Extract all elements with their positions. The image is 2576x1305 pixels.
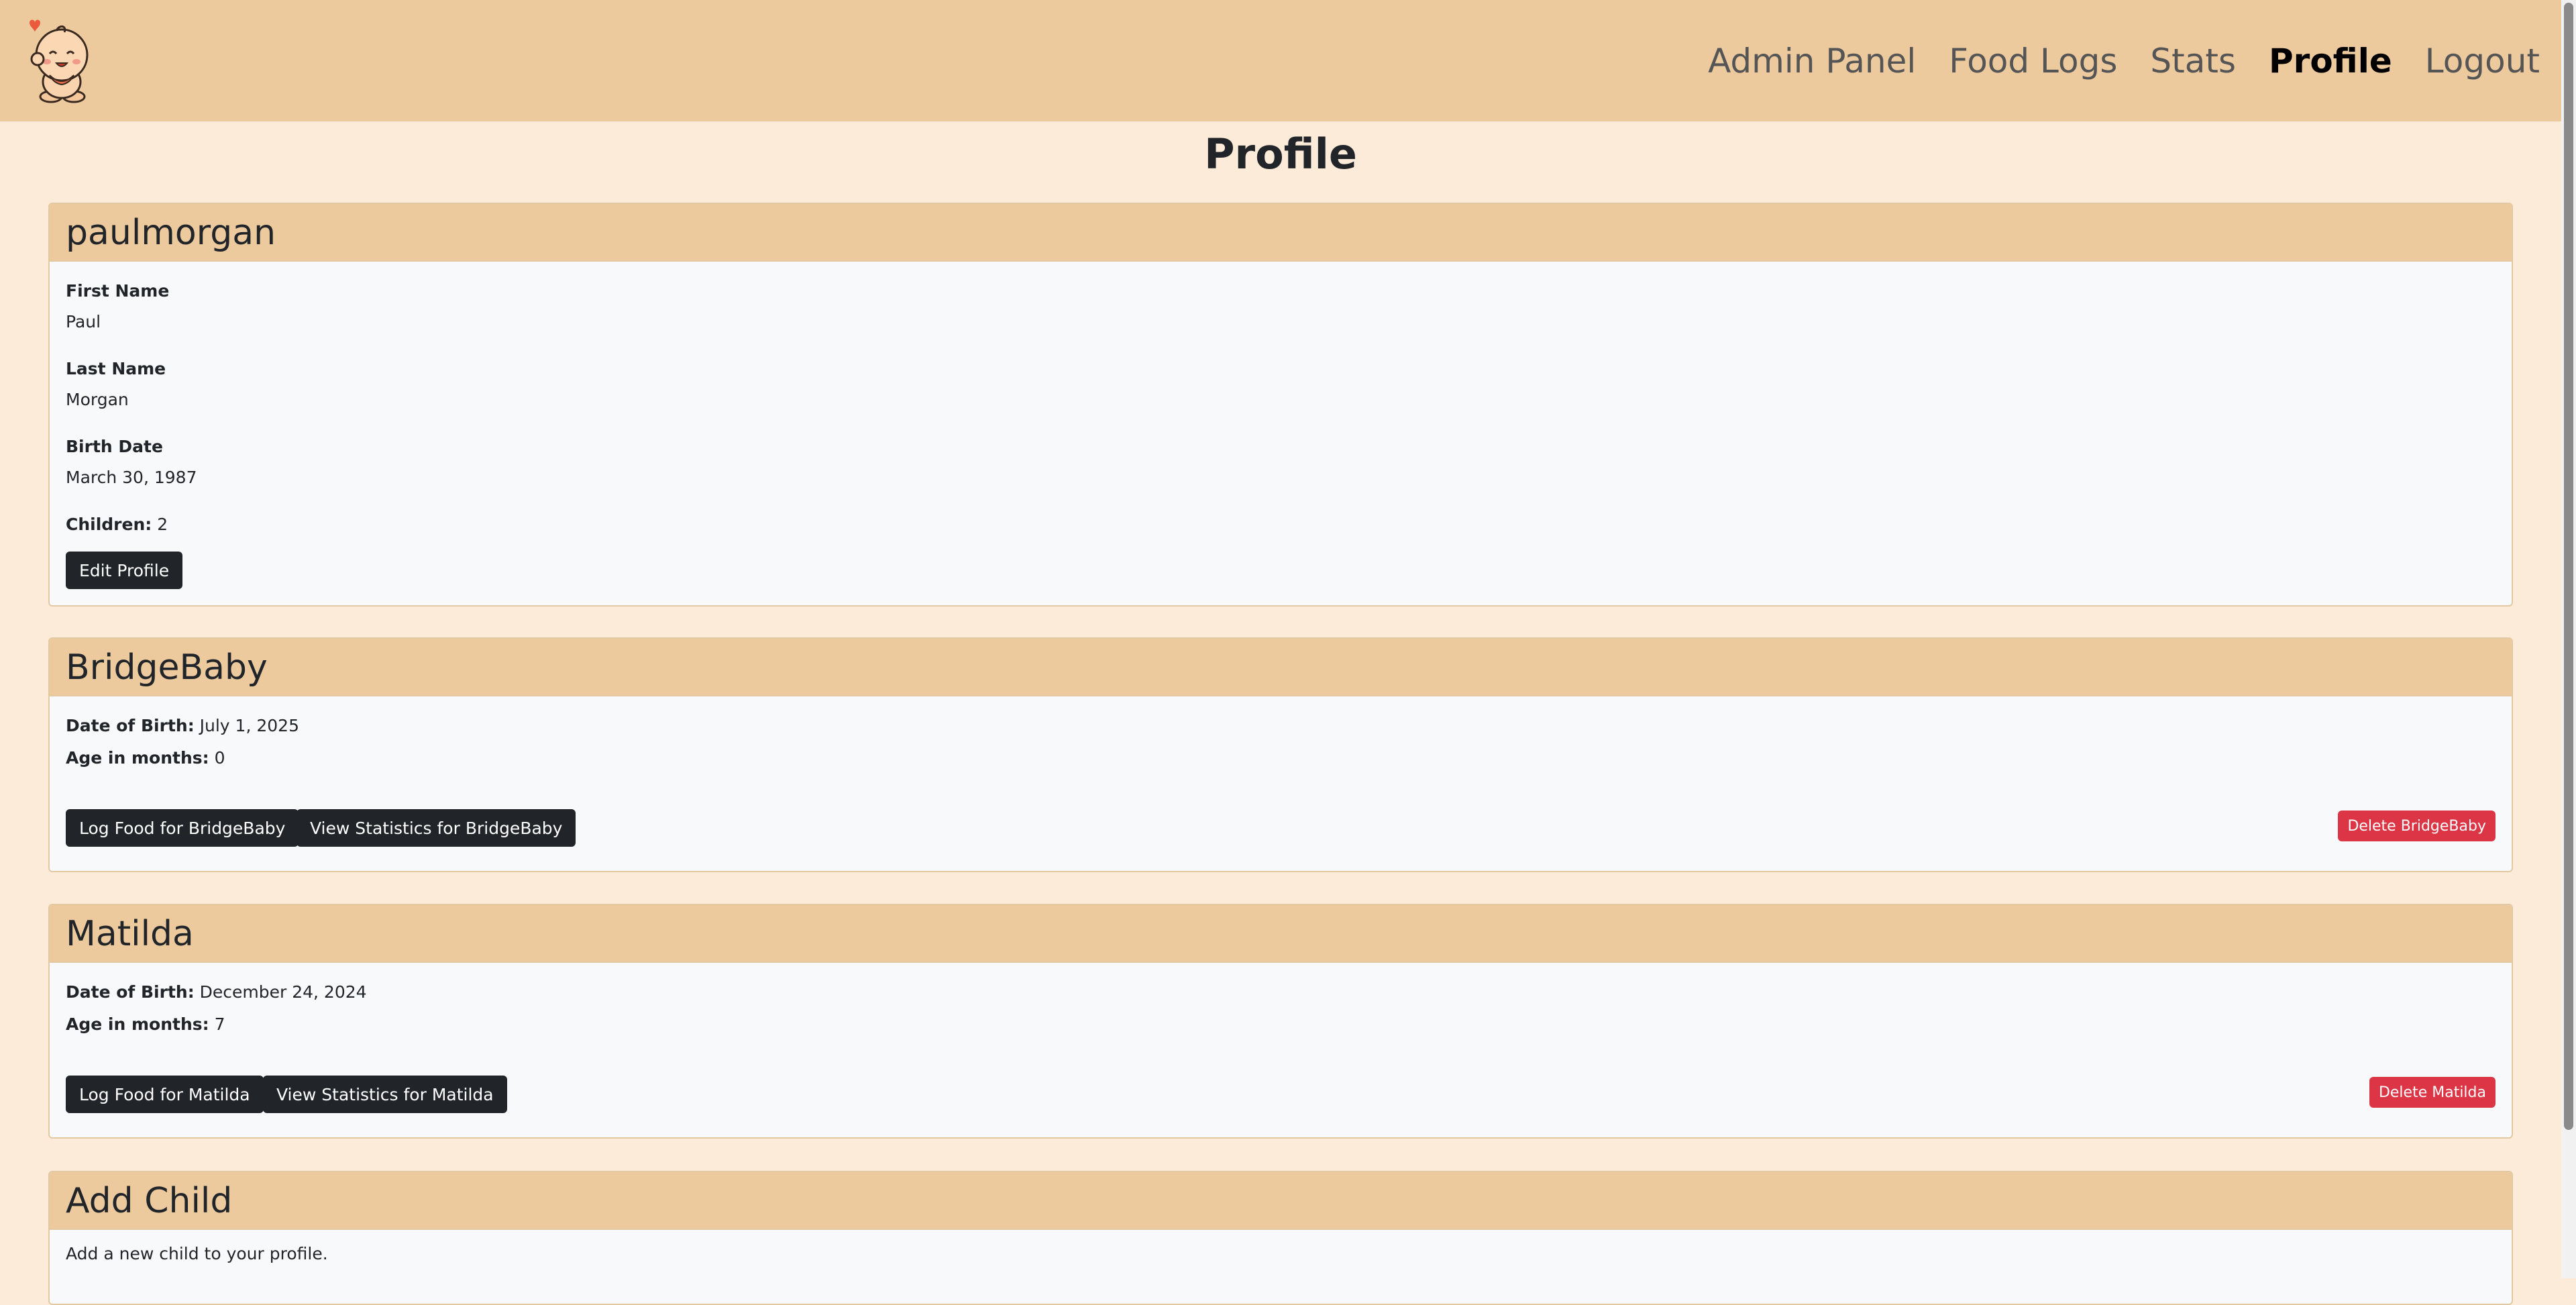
delete-child-button[interactable]: Delete BridgeBaby <box>2338 811 2496 841</box>
navbar: Admin Panel Food Logs Stats Profile Logo… <box>0 0 2561 121</box>
first-name-value: Paul <box>66 312 101 331</box>
add-child-card: Add Child Add a new child to your profil… <box>48 1171 2513 1305</box>
child-dob-row: Date of Birth: July 1, 2025 <box>66 714 299 738</box>
view-statistics-button[interactable]: View Statistics for Matilda <box>263 1076 507 1113</box>
child-dob-row: Date of Birth: December 24, 2024 <box>66 980 367 1004</box>
nav-food-logs[interactable]: Food Logs <box>1949 38 2117 85</box>
last-name-label: Last Name <box>66 359 166 378</box>
first-name-label: First Name <box>66 281 170 301</box>
nav-profile[interactable]: Profile <box>2269 38 2392 85</box>
dob-label: Date of Birth: <box>66 982 195 1002</box>
child-age-row: Age in months: 0 <box>66 746 225 770</box>
nav-stats[interactable]: Stats <box>2150 38 2236 85</box>
child-age-row: Age in months: 7 <box>66 1012 225 1037</box>
last-name-value: Morgan <box>66 390 129 409</box>
child-name-heading: Matilda <box>50 905 2512 963</box>
dob-label: Date of Birth: <box>66 716 195 735</box>
child-name-heading: BridgeBaby <box>50 639 2512 696</box>
children-count: 2 <box>157 515 168 534</box>
age-label: Age in months: <box>66 1014 209 1034</box>
baby-logo-icon[interactable] <box>25 17 93 103</box>
delete-child-button[interactable]: Delete Matilda <box>2369 1077 2496 1108</box>
edit-profile-button[interactable]: Edit Profile <box>66 552 183 589</box>
log-food-button[interactable]: Log Food for Matilda <box>66 1076 264 1113</box>
birth-date-label: Birth Date <box>66 437 163 456</box>
child-card: BridgeBaby Date of Birth: July 1, 2025 A… <box>48 637 2513 872</box>
nav-admin-panel[interactable]: Admin Panel <box>1708 38 1916 85</box>
age-value: 0 <box>214 748 225 768</box>
username-heading: paulmorgan <box>50 204 2512 262</box>
heart-icon <box>30 19 40 32</box>
scrollbar-thumb[interactable] <box>2564 3 2573 1130</box>
children-count-row: Children: 2 <box>66 513 168 537</box>
age-label: Age in months: <box>66 748 209 768</box>
page-title: Profile <box>1204 129 1357 178</box>
page-scrollbar[interactable] <box>2561 0 2576 1278</box>
user-card: paulmorgan First Name Paul Last Name Mor… <box>48 203 2513 607</box>
children-label: Children: <box>66 515 152 534</box>
add-child-heading: Add Child <box>50 1172 2512 1230</box>
dob-value: July 1, 2025 <box>199 716 299 735</box>
child-card: Matilda Date of Birth: December 24, 2024… <box>48 904 2513 1139</box>
main-nav: Admin Panel Food Logs Stats Profile Logo… <box>1675 38 2540 85</box>
birth-date-value: March 30, 1987 <box>66 468 197 487</box>
nav-logout[interactable]: Logout <box>2425 38 2540 85</box>
age-value: 7 <box>214 1014 225 1034</box>
add-child-description: Add a new child to your profile. <box>66 1244 328 1263</box>
log-food-button[interactable]: Log Food for BridgeBaby <box>66 809 299 847</box>
dob-value: December 24, 2024 <box>199 982 367 1002</box>
view-statistics-button[interactable]: View Statistics for BridgeBaby <box>297 809 576 847</box>
